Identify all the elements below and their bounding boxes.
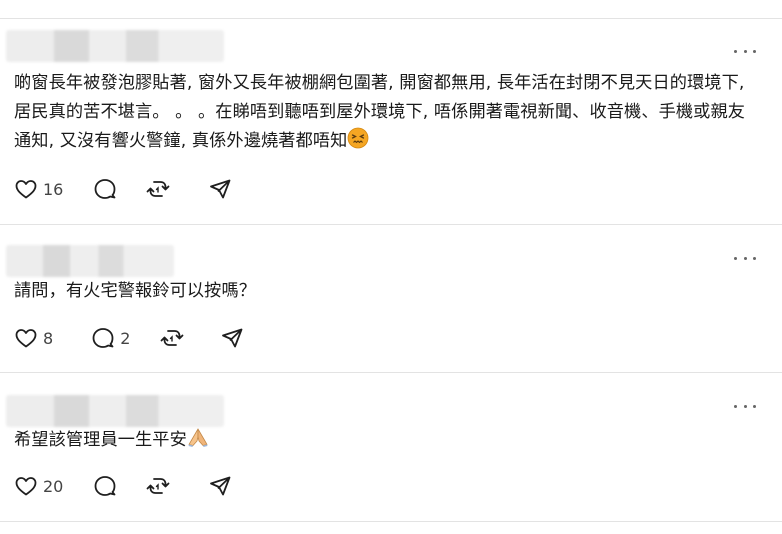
repost-button[interactable] [160,325,184,351]
share-button[interactable] [208,176,232,202]
more-dot [734,49,737,53]
reply-button[interactable] [93,176,122,202]
blurred-username [6,30,224,62]
share-icon [222,328,243,348]
like-count: 8 [43,328,54,348]
more-dot [743,404,747,408]
more-dot [734,404,737,408]
repost-button[interactable] [146,176,170,202]
comment-icon [92,328,114,348]
comment-icon [94,476,116,496]
comment-divider [0,521,782,522]
like-button[interactable]: 20 [14,473,63,499]
more-dot [753,404,756,408]
confounded-face-emoji [348,127,369,149]
share-button[interactable] [220,325,244,351]
like-button[interactable]: 8 [14,325,53,351]
like-count: 20 [43,476,64,496]
more-dot [743,256,747,260]
share-icon [210,179,231,199]
blurred-username [6,245,174,277]
more-dot [753,49,756,53]
more-options-button[interactable] [734,44,756,58]
heart-icon [15,329,37,348]
folded-hands-emoji [188,428,208,447]
comment-actions: 16 [14,176,232,202]
more-dot [753,256,756,260]
comment-text: 啲窗長年被發泡膠貼著, 窗外又長年被棚網包圍著, 開窗都無用, 長年活在封閉不見… [14,69,754,156]
comment-1: 啲窗長年被發泡膠貼著, 窗外又長年被棚網包圍著, 開窗都無用, 長年活在封閉不見… [0,0,782,225]
comment-text-content: 希望該管理員一生平安 [14,430,187,450]
comment-text: 希望該管理員一生平安 [14,426,754,455]
reply-count: 2 [120,328,131,348]
comment-actions: 8 2 [14,325,244,351]
repost-icon [146,181,170,197]
comment-actions: 20 [14,473,232,499]
heart-icon [15,180,37,199]
share-button[interactable] [208,473,232,499]
repost-icon [146,478,170,494]
more-options-button[interactable] [734,399,756,413]
reply-button[interactable] [93,473,122,499]
like-count: 16 [43,179,64,199]
comment-icon [94,179,116,199]
comment-3: 希望該管理員一生平安 20 [0,373,782,534]
repost-button[interactable] [146,473,170,499]
blurred-username [6,395,224,427]
share-icon [210,476,231,496]
more-dot [734,256,737,260]
more-options-button[interactable] [734,251,756,265]
comment-text: 請問，有火宅警報鈴可以按嗎？ [14,277,754,306]
reply-button[interactable]: 2 [91,325,130,351]
comment-text-content: 請問，有火宅警報鈴可以按嗎？ [14,281,257,301]
heart-icon [15,477,37,496]
like-button[interactable]: 16 [14,176,63,202]
comment-text-content: 啲窗長年被發泡膠貼著, 窗外又長年被棚網包圍著, 開窗都無用, 長年活在封閉不見… [14,73,746,151]
more-dot [743,49,747,53]
repost-icon [160,330,184,346]
comment-2: 請問，有火宅警報鈴可以按嗎？ 8 2 [0,225,782,373]
